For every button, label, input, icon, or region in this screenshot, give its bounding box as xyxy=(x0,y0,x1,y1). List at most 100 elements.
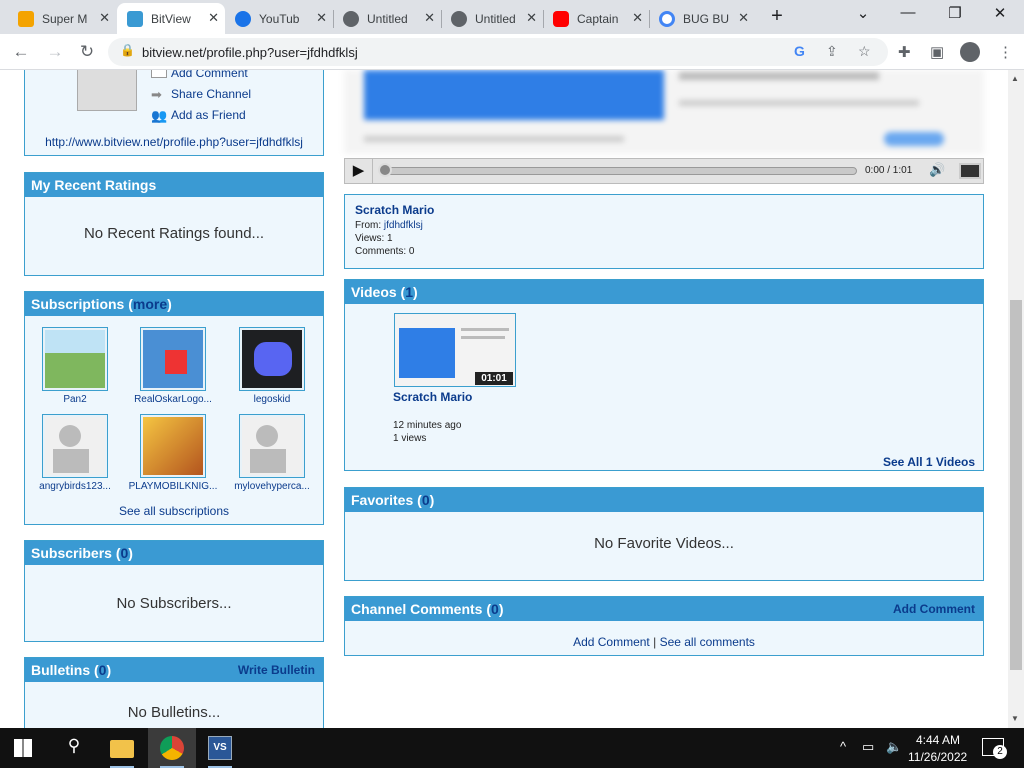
add-comment-header-link[interactable]: Add Comment xyxy=(893,602,975,616)
seek-handle[interactable] xyxy=(378,163,392,177)
notifications-icon[interactable]: 2 xyxy=(982,738,1007,759)
subscription-thumb[interactable] xyxy=(140,327,206,391)
see-all-subscriptions-link[interactable]: See all subscriptions xyxy=(25,504,323,518)
google-lens-icon[interactable]: G xyxy=(794,43,805,59)
subscription-name[interactable]: RealOskarLogo... xyxy=(128,394,218,405)
add-friend-link[interactable]: 👥 Add as Friend xyxy=(151,108,291,124)
share-channel-link[interactable]: ➡ Share Channel xyxy=(151,87,291,103)
close-tab-icon[interactable]: ✕ xyxy=(424,10,435,26)
close-tab-icon[interactable]: ✕ xyxy=(526,10,537,26)
close-tab-icon[interactable]: ✕ xyxy=(208,10,219,26)
restore-icon[interactable]: ❐ xyxy=(940,4,970,22)
tab-untitled-2[interactable]: Untitled ✕ xyxy=(441,3,543,34)
tab-bitview[interactable]: BitView ✕ xyxy=(117,3,225,34)
profile-avatar-icon[interactable] xyxy=(960,42,980,62)
channel-comments-close: ) xyxy=(498,601,504,617)
file-explorer-icon[interactable] xyxy=(110,740,134,758)
channel-comments-box: Channel Comments (0) Add Comment Add Com… xyxy=(344,596,984,656)
close-tab-icon[interactable]: ✕ xyxy=(738,10,749,26)
video-title-link[interactable]: Scratch Mario xyxy=(393,390,472,404)
videos-title: Videos ( xyxy=(351,284,406,300)
subscription-item[interactable]: legoskid xyxy=(227,327,317,405)
forward-icon[interactable]: → xyxy=(44,42,66,62)
subscription-item[interactable]: RealOskarLogo... xyxy=(128,327,218,405)
subscription-name[interactable]: mylovehyperca... xyxy=(227,481,317,492)
play-icon[interactable]: ▶ xyxy=(345,159,373,183)
scroll-down-icon[interactable]: ▼ xyxy=(1011,714,1019,723)
globe-icon xyxy=(343,10,359,27)
close-tab-icon[interactable]: ✕ xyxy=(316,10,327,26)
share-icon[interactable]: ⇪ xyxy=(826,43,838,60)
video-frame[interactable] xyxy=(344,70,984,154)
videos-header: Videos (1) xyxy=(345,280,983,304)
share-channel-label[interactable]: Share Channel xyxy=(171,87,251,101)
subscription-thumb[interactable] xyxy=(42,414,108,478)
tab-bug[interactable]: BUG BU ✕ xyxy=(649,3,755,34)
subscription-item[interactable]: Pan2 xyxy=(30,327,120,405)
subscription-name[interactable]: angrybirds123... xyxy=(30,481,120,492)
tab-super-mario[interactable]: Super M ✕ xyxy=(8,3,116,34)
video-info-title[interactable]: Scratch Mario xyxy=(355,203,434,217)
windows-start-icon[interactable] xyxy=(14,739,32,757)
tab-search-icon[interactable]: ⌄ xyxy=(848,4,878,22)
subscriptions-title: Subscriptions ( xyxy=(31,296,133,312)
add-comment-label[interactable]: Add Comment xyxy=(171,70,248,80)
from-user-link[interactable]: jfdhdfklsj xyxy=(384,220,423,231)
tab-untitled-1[interactable]: Untitled ✕ xyxy=(333,3,441,34)
show-hidden-icons[interactable]: ^ xyxy=(840,739,846,754)
vs-app-icon[interactable]: VS xyxy=(208,736,232,760)
tab-youtube[interactable]: YouTub ✕ xyxy=(225,3,333,34)
omnibox[interactable]: 🔒 bitview.net/profile.php?user=jfdhdfkls… xyxy=(108,38,888,66)
see-all-comments-link[interactable]: See all comments xyxy=(660,635,755,649)
volume-icon[interactable]: 🔊 xyxy=(929,162,945,178)
subscription-thumb[interactable] xyxy=(239,414,305,478)
subscriptions-box: Subscriptions (more) Pan2 RealOskarLogo.… xyxy=(24,291,324,525)
videos-box: Videos (1) 01:01 Scratch Mario 12 minute… xyxy=(344,279,984,471)
close-window-icon[interactable]: ✕ xyxy=(985,4,1015,22)
add-comment-link[interactable]: Add Comment xyxy=(573,635,650,649)
subscription-name[interactable]: Pan2 xyxy=(30,394,120,405)
clock-time[interactable]: 4:44 AM xyxy=(916,733,960,747)
clock-date[interactable]: 11/26/2022 xyxy=(908,750,967,764)
extensions-icon[interactable]: ✚ xyxy=(898,43,911,61)
side-panel-icon[interactable]: ▣ xyxy=(930,43,944,61)
favorites-box: Favorites (0) No Favorite Videos... xyxy=(344,487,984,581)
network-icon[interactable]: ▭ xyxy=(862,739,874,755)
subscription-thumb[interactable] xyxy=(42,327,108,391)
subscription-thumb[interactable] xyxy=(239,327,305,391)
add-friend-label[interactable]: Add as Friend xyxy=(171,108,246,122)
videos-count: 1 xyxy=(405,284,413,300)
subscription-item[interactable]: angrybirds123... xyxy=(30,414,120,492)
see-all-videos-link[interactable]: See All 1 Videos xyxy=(883,455,975,469)
chrome-icon[interactable] xyxy=(160,736,184,760)
minimize-icon[interactable]: — xyxy=(893,4,923,21)
lock-icon[interactable]: 🔒 xyxy=(120,43,135,57)
new-tab-icon[interactable]: + xyxy=(762,5,792,28)
scroll-up-icon[interactable]: ▲ xyxy=(1011,74,1019,83)
subscription-thumb[interactable] xyxy=(140,414,206,478)
fullscreen-icon[interactable] xyxy=(959,163,981,179)
profile-url-link[interactable]: http://www.bitview.net/profile.php?user=… xyxy=(25,135,323,149)
tab-captain[interactable]: Captain ✕ xyxy=(543,3,649,34)
page-scrollbar[interactable]: ▲ ▼ xyxy=(1008,70,1024,728)
back-icon[interactable]: ← xyxy=(10,42,32,62)
menu-kebab-icon[interactable]: ⋮ xyxy=(998,43,1013,61)
search-icon[interactable]: ⚲ xyxy=(62,736,86,760)
volume-tray-icon[interactable]: 🔈 xyxy=(886,739,902,755)
subscriptions-more-link[interactable]: more xyxy=(133,296,167,312)
close-tab-icon[interactable]: ✕ xyxy=(632,10,643,26)
subscription-name[interactable]: legoskid xyxy=(227,394,317,405)
url-text[interactable]: bitview.net/profile.php?user=jfdhdfklsj xyxy=(142,45,358,60)
write-bulletin-link[interactable]: Write Bulletin xyxy=(238,663,315,677)
subscription-item[interactable]: mylovehyperca... xyxy=(227,414,317,492)
reload-icon[interactable]: ↻ xyxy=(76,42,98,62)
close-tab-icon[interactable]: ✕ xyxy=(99,10,110,26)
address-toolbar: ← → ↻ 🔒 bitview.net/profile.php?user=jfd… xyxy=(0,34,1024,70)
subscription-item[interactable]: PLAYMOBILKNIG... xyxy=(128,414,218,492)
video-thumbnail[interactable]: 01:01 xyxy=(394,313,516,387)
from-label: From: xyxy=(355,220,384,231)
scroll-thumb[interactable] xyxy=(1010,300,1022,670)
bookmark-star-icon[interactable]: ☆ xyxy=(858,43,871,60)
seek-bar[interactable] xyxy=(379,167,857,175)
subscription-name[interactable]: PLAYMOBILKNIG... xyxy=(128,481,218,492)
